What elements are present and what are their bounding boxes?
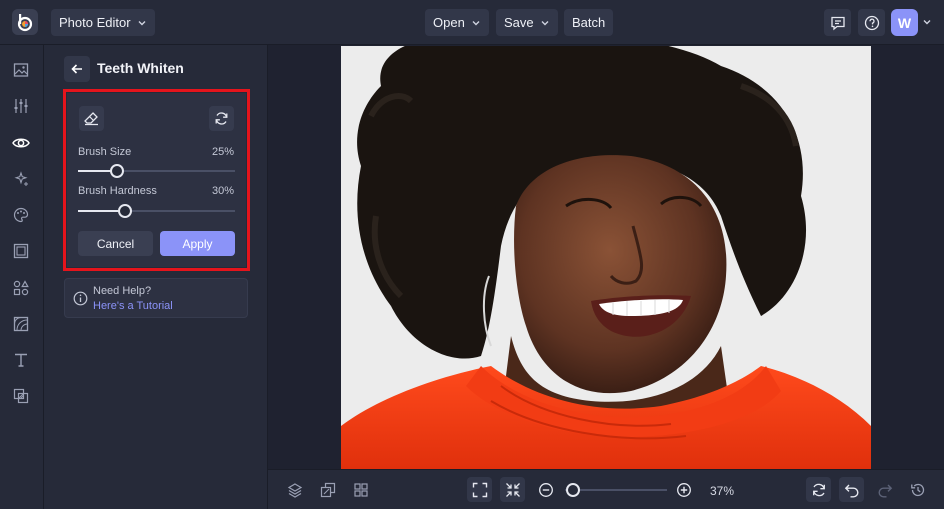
expand-icon xyxy=(472,482,487,497)
apply-button[interactable]: Apply xyxy=(160,231,235,256)
minus-circle-icon xyxy=(538,482,553,497)
redo-button[interactable] xyxy=(872,477,897,502)
save-label: Save xyxy=(504,15,534,30)
zoom-value: 37% xyxy=(710,484,735,498)
panel-title: Teeth Whiten xyxy=(97,60,184,76)
adjustments-icon[interactable] xyxy=(11,96,31,116)
zoom-out-button[interactable] xyxy=(533,477,558,502)
rotate-button[interactable] xyxy=(806,477,831,502)
compare-button[interactable] xyxy=(315,477,340,502)
actual-size-button[interactable] xyxy=(500,477,525,502)
grid-icon xyxy=(353,482,368,497)
back-button[interactable] xyxy=(64,56,90,82)
grid-button[interactable] xyxy=(348,477,373,502)
help-card: Need Help? Here's a Tutorial xyxy=(64,278,248,318)
batch-button[interactable]: Batch xyxy=(564,9,614,36)
shapes-icon[interactable] xyxy=(11,278,31,298)
history-icon xyxy=(910,483,924,496)
app-logo[interactable] xyxy=(12,9,38,35)
history-button[interactable] xyxy=(905,477,930,502)
chevron-down-icon xyxy=(541,20,549,25)
zoom-slider-thumb[interactable] xyxy=(566,483,580,497)
redo-icon xyxy=(878,484,892,497)
brush-hardness-value: 30% xyxy=(212,185,235,197)
app-menu-label: Photo Editor xyxy=(59,15,131,30)
layers-icon xyxy=(287,482,302,498)
image-icon[interactable] xyxy=(11,60,31,80)
save-button[interactable]: Save xyxy=(496,9,558,36)
brush-hardness-thumb[interactable] xyxy=(118,204,133,218)
text-icon[interactable] xyxy=(11,350,31,370)
refresh-icon xyxy=(215,112,228,125)
undo-icon xyxy=(844,484,858,497)
compare-icon xyxy=(320,482,335,497)
overlay-icon[interactable] xyxy=(11,386,31,406)
user-avatar[interactable]: W xyxy=(891,9,918,36)
texture-icon[interactable] xyxy=(11,314,31,334)
eraser-icon xyxy=(84,112,98,126)
open-button[interactable]: Open xyxy=(425,9,489,36)
question-icon xyxy=(864,15,879,30)
brush-size-value: 25% xyxy=(212,146,235,158)
tutorial-link[interactable]: Here's a Tutorial xyxy=(93,300,173,312)
help-title: Need Help? xyxy=(93,285,152,297)
undo-button[interactable] xyxy=(839,477,864,502)
cancel-button[interactable]: Cancel xyxy=(78,231,153,256)
plus-circle-icon xyxy=(676,482,691,497)
brush-size-label: Brush Size xyxy=(78,146,132,158)
collapse-icon xyxy=(505,482,520,497)
chevron-down-icon[interactable] xyxy=(922,17,932,27)
chevron-down-icon xyxy=(138,20,146,25)
palette-icon[interactable] xyxy=(11,205,31,225)
frame-icon[interactable] xyxy=(11,241,31,261)
eye-icon[interactable] xyxy=(11,133,31,153)
fit-screen-button[interactable] xyxy=(467,477,492,502)
photo-image[interactable] xyxy=(341,46,871,469)
open-label: Open xyxy=(433,15,465,30)
chevron-down-icon xyxy=(472,20,480,25)
reset-button[interactable] xyxy=(209,106,234,131)
eraser-button[interactable] xyxy=(79,106,104,131)
chat-icon xyxy=(830,16,845,30)
brush-hardness-label: Brush Hardness xyxy=(78,185,157,197)
zoom-in-button[interactable] xyxy=(671,477,696,502)
help-button[interactable] xyxy=(858,9,885,36)
info-icon xyxy=(73,291,88,306)
refresh-icon xyxy=(812,483,825,496)
app-menu-button[interactable]: Photo Editor xyxy=(51,9,155,36)
zoom-slider-track[interactable] xyxy=(565,489,667,491)
layers-button[interactable] xyxy=(282,477,307,502)
batch-label: Batch xyxy=(572,15,606,30)
feedback-button[interactable] xyxy=(824,9,851,36)
sparkle-icon[interactable] xyxy=(11,169,31,189)
arrow-left-icon xyxy=(71,64,82,74)
